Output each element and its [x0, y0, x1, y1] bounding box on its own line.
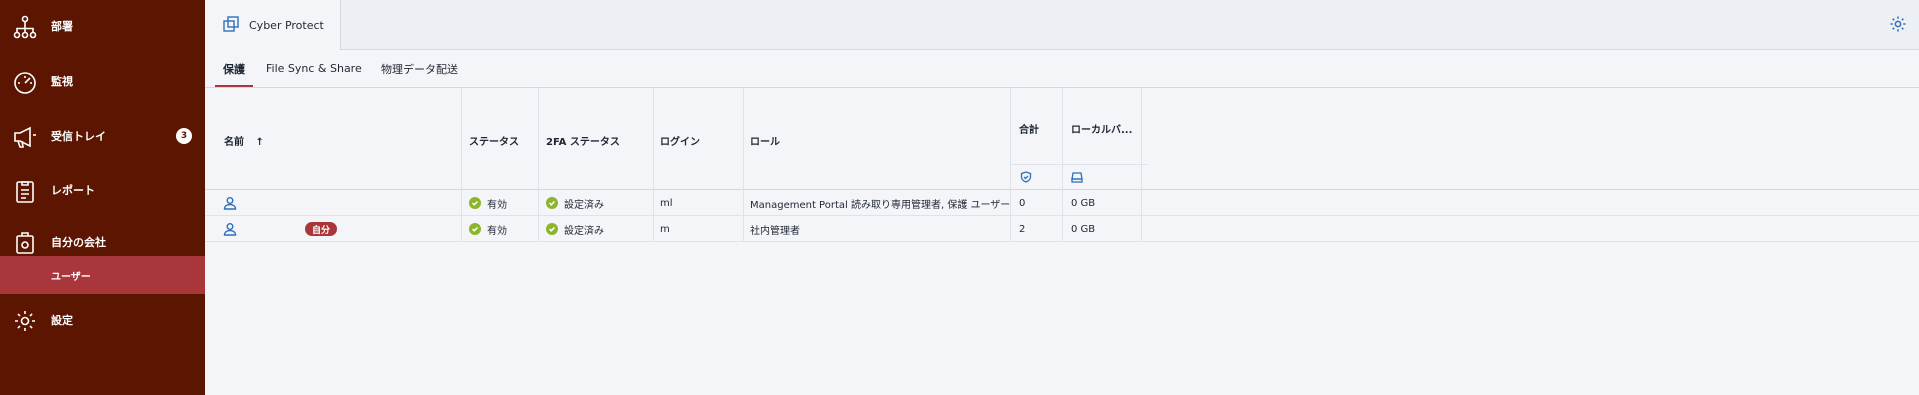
local-drive-icon: [1071, 171, 1083, 186]
check-circle-icon: [546, 197, 558, 209]
sidebar-item-label: 部署: [51, 20, 73, 33]
check-circle-icon: [469, 197, 481, 209]
column-header-login[interactable]: ログイン: [660, 133, 700, 148]
sidebar-item-reports[interactable]: レポート: [0, 170, 205, 210]
role-cell: Management Portal 読み取り専用管理者, 保護 ユーザー: [750, 199, 1011, 211]
column-header-2fa-status[interactable]: 2FA ステータス: [546, 133, 620, 148]
login-cell: m: [660, 223, 670, 235]
sidebar-item-label: 受信トレイ: [51, 130, 106, 143]
status-text: 有効: [487, 225, 507, 237]
shield-icon: [1020, 171, 1032, 186]
login-cell: ml: [660, 197, 673, 209]
sidebar: 部署 監視 受信トレイ 3 レポート 自分の会社 ユーザー 設定: [0, 0, 205, 395]
tab-protection[interactable]: 保護: [215, 50, 253, 87]
local-backup-cell: 0 GB: [1071, 197, 1096, 209]
app-tab-cyber-protect[interactable]: Cyber Protect: [205, 0, 341, 50]
role-cell: 社内管理者: [750, 225, 800, 237]
column-header-status[interactable]: ステータス: [469, 133, 519, 148]
twofa-cell: 設定済み: [546, 216, 604, 242]
gear-icon[interactable]: [1889, 15, 1907, 33]
total-cell: 0: [1019, 197, 1026, 209]
sidebar-item-settings[interactable]: 設定: [0, 300, 205, 340]
check-circle-icon: [469, 223, 481, 235]
inbox-count-badge: 3: [176, 128, 192, 144]
cyber-protect-icon: [223, 16, 239, 32]
app-tab-label: Cyber Protect: [249, 18, 324, 32]
megaphone-icon: [12, 125, 38, 149]
status-text: 有効: [487, 199, 507, 211]
column-header-total[interactable]: 合計: [1019, 121, 1039, 136]
table-row[interactable]: 有効 設定済み ml Management Portal 読み取り専用管理者, …: [205, 190, 1919, 216]
sort-ascending-icon: ↑: [255, 137, 264, 148]
total-cell: 2: [1019, 223, 1026, 235]
twofa-cell: 設定済み: [546, 190, 604, 216]
status-cell: 有効: [469, 216, 507, 242]
sidebar-item-label: 自分の会社: [51, 236, 106, 249]
sidebar-item-label: レポート: [51, 184, 95, 197]
table-row[interactable]: 自分 有効 設定済み m 社内管理者 2 0 GB: [205, 216, 1919, 242]
column-header-local-backup[interactable]: ローカルバ...: [1071, 121, 1132, 136]
column-header-name[interactable]: 名前 ↑: [224, 133, 264, 148]
self-badge: 自分: [305, 222, 338, 236]
speedometer-icon: [12, 70, 38, 94]
gear-icon: [12, 309, 38, 333]
user-icon: [223, 190, 237, 216]
tab-physical-data-shipping[interactable]: 物理データ配送: [381, 50, 458, 87]
tab-bar: 保護 File Sync & Share 物理データ配送: [205, 50, 1919, 88]
clipboard-report-icon: [12, 179, 38, 203]
twofa-text: 設定済み: [564, 199, 604, 211]
sidebar-item-label: 監視: [51, 75, 73, 88]
column-header-name-label: 名前: [224, 137, 244, 148]
check-circle-icon: [546, 223, 558, 235]
org-chart-icon: [12, 15, 38, 39]
top-bar: Cyber Protect: [205, 0, 1919, 50]
header-subdivider: [1010, 164, 1148, 165]
status-cell: 有効: [469, 190, 507, 216]
local-backup-cell: 0 GB: [1071, 223, 1096, 235]
sidebar-item-users[interactable]: ユーザー: [0, 256, 205, 294]
company-settings-icon: [12, 231, 38, 255]
user-icon: [223, 216, 237, 242]
column-header-role[interactable]: ロール: [750, 133, 780, 148]
sidebar-item-departments[interactable]: 部署: [0, 6, 205, 46]
sidebar-item-monitoring[interactable]: 監視: [0, 61, 205, 101]
tab-file-sync-share[interactable]: File Sync & Share: [266, 50, 362, 87]
sidebar-item-label: 設定: [51, 314, 73, 327]
sidebar-subitem-label: ユーザー: [51, 271, 91, 283]
twofa-text: 設定済み: [564, 225, 604, 237]
sidebar-item-inbox[interactable]: 受信トレイ 3: [0, 116, 205, 156]
